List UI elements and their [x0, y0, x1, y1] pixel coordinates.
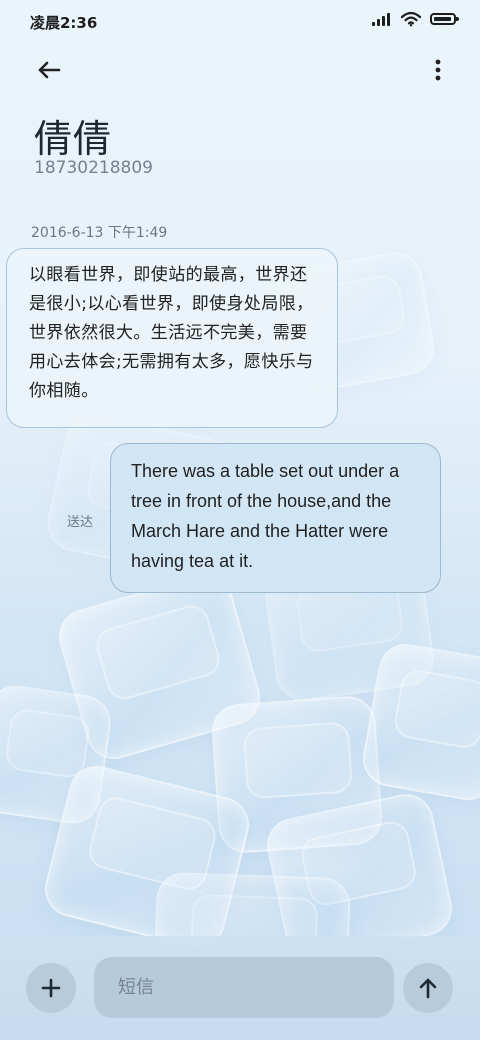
status-bar: 凌晨2:36	[0, 0, 480, 42]
conversation-toolbar	[0, 48, 480, 92]
message-timestamp: 2016-6-13 下午1:49	[31, 225, 168, 241]
more-options-button[interactable]	[426, 52, 450, 88]
message-input[interactable]	[94, 957, 394, 1018]
back-button[interactable]	[26, 50, 72, 90]
status-icons	[372, 11, 459, 27]
contact-number: 18730218809	[34, 158, 153, 178]
wifi-icon	[400, 11, 422, 27]
outgoing-message-text: There was a table set out under a tree i…	[131, 461, 400, 571]
signal-icon	[372, 12, 392, 26]
add-attachment-button[interactable]	[26, 963, 76, 1013]
outgoing-message-bubble[interactable]: There was a table set out under a tree i…	[110, 443, 441, 593]
send-button[interactable]	[403, 963, 453, 1013]
more-vert-icon	[435, 59, 441, 81]
battery-icon	[430, 13, 459, 25]
send-arrow-up-icon	[419, 978, 437, 999]
status-time: 凌晨2:36	[30, 14, 98, 32]
plus-icon	[41, 978, 61, 998]
incoming-message-bubble[interactable]: 以眼看世界，即使站的最高，世界还是很小;以心看世界，即使身处局限，世界依然很大。…	[6, 248, 338, 428]
contact-name: 倩倩	[34, 117, 113, 161]
incoming-message-text: 以眼看世界，即使站的最高，世界还是很小;以心看世界，即使身处局限，世界依然很大。…	[29, 265, 314, 401]
back-arrow-icon	[38, 61, 61, 79]
message-status: 送达	[67, 515, 94, 530]
